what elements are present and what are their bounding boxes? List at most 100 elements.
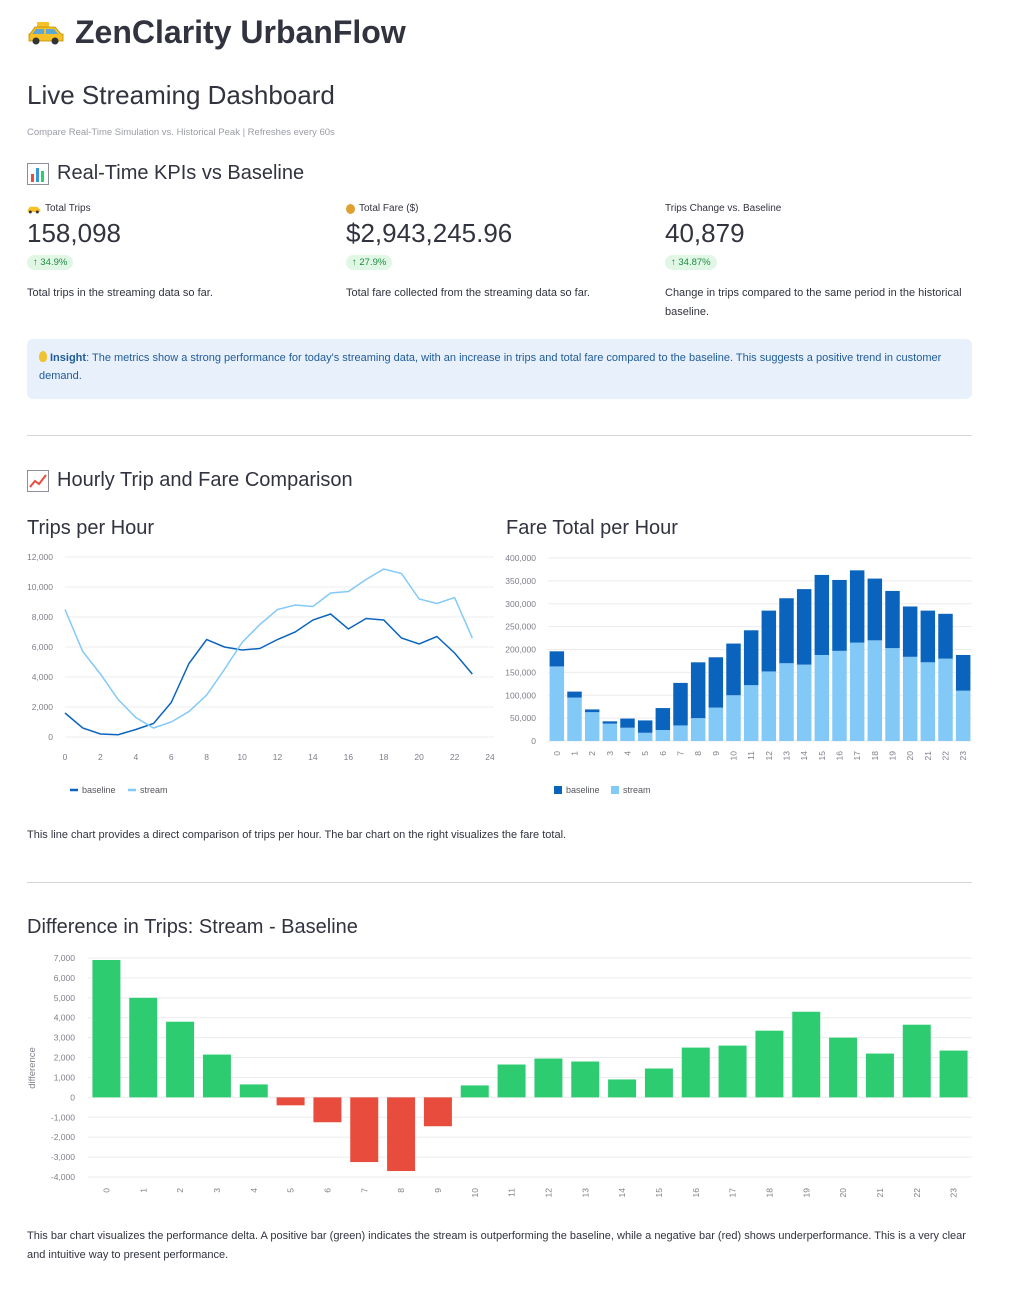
difference-bar: [534, 1058, 563, 1098]
x-tick-label: 2: [587, 751, 597, 756]
y-tick-label: 8,000: [32, 612, 54, 622]
y-tick-label: 50,000: [510, 713, 536, 723]
difference-bar: [571, 1061, 600, 1098]
bar-stream: [726, 695, 741, 741]
x-tick-label: 12: [273, 752, 283, 762]
app-title-text: ZenClarity UrbanFlow: [75, 14, 406, 50]
bar-stream: [796, 664, 812, 741]
x-tick-label: 2: [175, 1188, 185, 1193]
difference-bar: [276, 1097, 305, 1106]
difference-bar: [718, 1045, 747, 1098]
fare-chart-title: Fare Total per Hour: [506, 517, 678, 539]
bar-baseline: [690, 662, 706, 719]
bar-stream: [779, 663, 794, 741]
bar-stream: [743, 685, 759, 741]
x-tick-label: 17: [728, 1188, 738, 1198]
difference-bar: [202, 1054, 231, 1098]
section-divider: [27, 882, 972, 883]
x-tick-label: 1: [570, 751, 580, 756]
bar-stream: [602, 723, 618, 741]
difference-bar-chart: -4,000 -3,000 -2,000 -1,000 0 1,000 2,000 3,000…: [27, 953, 972, 1198]
x-tick-label: 11: [507, 1188, 517, 1197]
y-tick-label: 6,000: [54, 973, 76, 983]
difference-bar: [497, 1064, 526, 1098]
bar-stream: [902, 656, 918, 741]
legend-label: baseline: [82, 785, 116, 795]
y-tick-label: 350,000: [505, 576, 536, 586]
x-tick-label: 16: [691, 1188, 701, 1198]
difference-bar: [460, 1085, 489, 1098]
bar-stream: [567, 697, 582, 741]
difference-bar: [755, 1030, 784, 1098]
insight-label: Insight: [50, 352, 87, 364]
y-tick-label: 2,000: [32, 702, 54, 712]
y-tick-label: 12,000: [27, 552, 53, 562]
bar-baseline: [761, 610, 777, 672]
y-tick-label: 0: [70, 1092, 75, 1102]
difference-bar: [387, 1097, 416, 1172]
x-tick-label: 24: [485, 752, 495, 762]
x-tick-label: 9: [433, 1188, 443, 1193]
y-axis-label: difference: [27, 1047, 38, 1089]
x-tick-label: 6: [658, 751, 668, 756]
x-tick-label: 6: [169, 752, 174, 762]
page-caption: Compare Real-Time Simulation vs. Histori…: [27, 127, 335, 138]
line-chart-icon: [27, 469, 49, 492]
bar-baseline: [849, 570, 865, 643]
y-tick-label: 200,000: [505, 645, 536, 655]
bar-chart-icon: [27, 162, 49, 185]
metric-value: $2,943,245.96: [346, 218, 513, 248]
bar-stream: [655, 730, 671, 741]
x-tick-label: 22: [941, 751, 951, 761]
metric-description: Total trips in the streaming data so far…: [27, 287, 213, 299]
bar-baseline: [779, 598, 794, 664]
x-tick-label: 19: [888, 751, 898, 761]
x-tick-label: 18: [870, 751, 880, 761]
trips-line-chart: 02,0004,0006,0008,00010,00012,0000 2 4 6 8 10…: [27, 552, 495, 795]
x-tick-label: 13: [782, 751, 792, 761]
y-tick-label: -4,000: [51, 1172, 75, 1182]
metric-delta-badge: ↑ 34.9%: [27, 255, 74, 270]
comparison-paragraph: This line chart provides a direct compar…: [27, 829, 567, 841]
x-tick-label: 4: [623, 751, 633, 756]
bar-stream: [637, 732, 653, 741]
y-tick-label: 2,000: [54, 1053, 76, 1063]
bar-baseline: [867, 578, 883, 641]
x-tick-label: 22: [450, 752, 460, 762]
bar-stream: [955, 690, 971, 741]
x-tick-label: 9: [711, 751, 721, 756]
x-tick-label: 10: [729, 751, 739, 761]
bar-stream: [549, 666, 565, 741]
app-title: ZenClarity UrbanFlow: [27, 14, 406, 51]
legend-label: stream: [623, 785, 651, 795]
metric-delta-badge: ↑ 34.87%: [665, 255, 717, 270]
x-tick-label: 17: [852, 751, 862, 761]
diff-chart-title: Difference in Trips: Stream - Baseline: [27, 916, 358, 938]
series-line-baseline: [64, 613, 473, 736]
bar-baseline: [938, 613, 953, 659]
lightbulb-icon: [39, 351, 47, 362]
x-tick-label: 4: [249, 1188, 259, 1193]
difference-bar: [902, 1024, 931, 1098]
bar-baseline: [796, 589, 812, 665]
x-tick-label: 0: [552, 751, 562, 756]
metric-label-row: Total Trips: [27, 203, 327, 214]
y-tick-label: 250,000: [505, 622, 536, 632]
legend-label: stream: [140, 785, 168, 795]
bar-stream: [690, 718, 706, 741]
y-tick-label: 400,000: [505, 553, 536, 563]
bar-stream: [814, 654, 830, 741]
metric-trips-change: Trips Change vs. Baseline 40,879 ↑ 34.87…: [665, 203, 975, 322]
bar-baseline: [584, 709, 600, 713]
metric-label: Total Fare ($): [359, 203, 419, 214]
legend-swatch: [611, 786, 619, 794]
insight-text: : The metrics show a strong performance …: [39, 352, 942, 382]
bar-baseline: [708, 657, 724, 708]
x-tick-label: 21: [923, 751, 933, 761]
difference-bar: [792, 1011, 821, 1098]
insight-callout: Insight: The metrics show a strong perfo…: [27, 339, 972, 399]
metric-description: Total fare collected from the streaming …: [346, 287, 590, 299]
x-tick-label: 14: [308, 752, 318, 762]
diff-paragraph: This bar chart visualizes the performanc…: [27, 1230, 966, 1261]
bar-baseline: [620, 718, 635, 728]
